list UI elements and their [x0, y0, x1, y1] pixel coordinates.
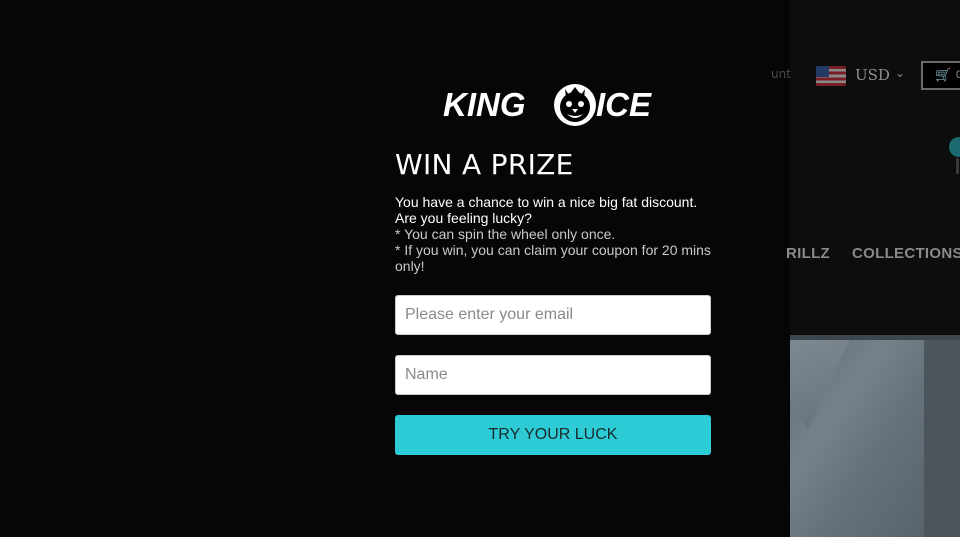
chevron-down-icon[interactable]: ⌄: [895, 66, 905, 80]
badge-anchor: [956, 158, 959, 174]
hero-edge: [924, 340, 960, 537]
email-field[interactable]: [395, 295, 711, 335]
spin-wheel-popup: KING ICE WIN A PRIZE You have a chance t…: [395, 78, 711, 455]
name-field[interactable]: [395, 355, 711, 395]
nav-item-grillz[interactable]: RILLZ: [786, 245, 830, 262]
logo-text-king: KING: [443, 86, 526, 123]
hero-image: [790, 335, 960, 537]
account-link[interactable]: unt: [771, 67, 791, 81]
logo-text-ice: ICE: [596, 86, 652, 123]
popup-title: WIN A PRIZE: [395, 148, 574, 181]
currency-selector[interactable]: USD: [855, 66, 890, 84]
kingice-logo: KING ICE: [443, 84, 652, 126]
cart-button[interactable]: 🛒 0: [921, 61, 960, 90]
note-coupon-duration: * If you win, you can claim your coupon …: [395, 242, 711, 274]
us-flag-icon[interactable]: [816, 66, 846, 86]
try-your-luck-button[interactable]: TRY YOUR LUCK: [395, 415, 711, 455]
lead-text-line1: You have a chance to win a nice big fat …: [395, 194, 698, 210]
popup-description: You have a chance to win a nice big fat …: [395, 194, 711, 274]
lead-text-line2: Are you feeling lucky?: [395, 210, 532, 226]
cart-count: 0: [956, 69, 960, 81]
cart-icon: 🛒: [935, 67, 952, 82]
note-spin-once: * You can spin the wheel only once.: [395, 226, 616, 242]
nav-item-collections[interactable]: COLLECTIONS: [852, 245, 960, 262]
lion-crown-icon: [554, 84, 596, 126]
